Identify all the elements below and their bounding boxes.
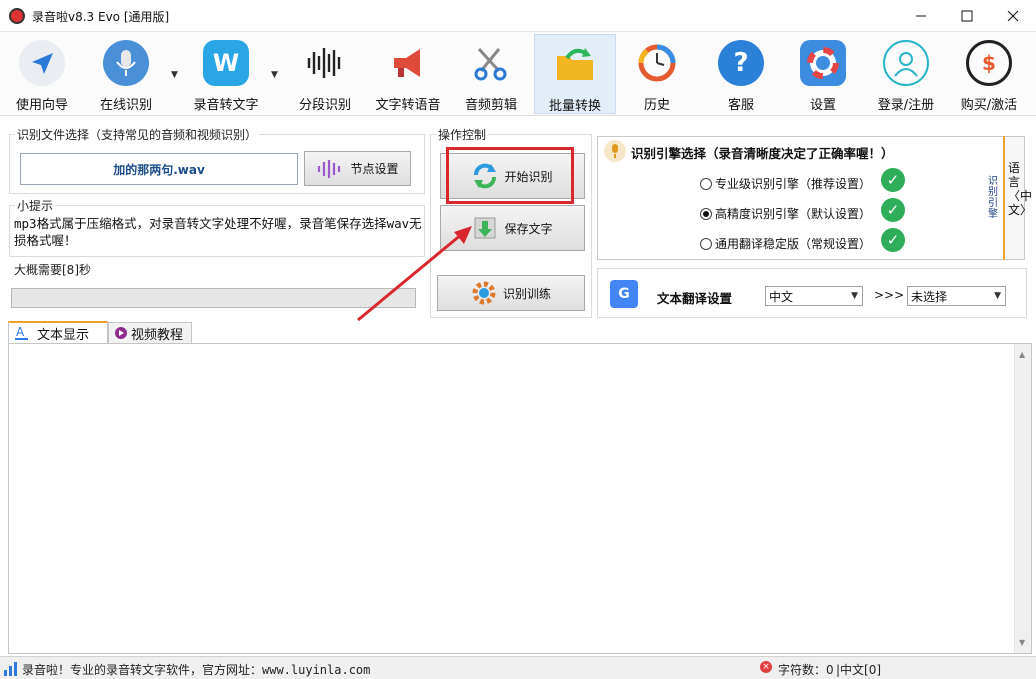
hint-title: 小提示 [15, 197, 56, 214]
minimize-button[interactable] [898, 0, 944, 32]
translate-source-select[interactable]: 中文 ▼ [765, 286, 863, 306]
signal-bars-icon [4, 662, 17, 676]
engine-tab-label[interactable]: 识别引擎 [988, 176, 1000, 220]
online-recognition-dropdown-icon[interactable]: ▼ [171, 70, 178, 80]
recognition-training-label: 识别训练 [502, 286, 551, 301]
lifebuoy-settings-icon [800, 40, 846, 86]
megaphone-icon [385, 40, 431, 86]
toolbar-history[interactable]: 历史 [624, 34, 690, 114]
toolbar-audio-to-text[interactable]: W 录音转文字 [186, 34, 266, 114]
radio-general[interactable] [700, 237, 712, 250]
maximize-button[interactable] [944, 0, 990, 32]
scissors-icon [468, 40, 514, 86]
status-message: 录音啦！专业的录音转文字软件，官方网址：www.luyinla.com [22, 663, 371, 677]
google-translate-icon: G [610, 280, 638, 308]
tab-text-display-label: 文本显示 [37, 327, 90, 343]
translate-target-select[interactable]: 未选择 ▼ [907, 286, 1006, 306]
lang-count: |中文[0] [836, 663, 882, 677]
estimate-label: 大概需要[8]秒 [12, 261, 93, 278]
main-toolbar: 使用向导 在线识别 ▼ W 录音转文字 ▼ 分段识别 文字转语音 音频剪辑 批量… [0, 32, 1036, 116]
toolbar-text-to-speech[interactable]: 文字转语音 [370, 34, 446, 114]
text-display-area[interactable]: ▲ ▼ [8, 343, 1032, 654]
error-icon: × [760, 661, 772, 673]
engine-option-general[interactable]: 通用翻译稳定版（常规设置） [700, 235, 871, 252]
mic-small-icon [604, 140, 626, 162]
check-icon: ✓ [881, 228, 905, 252]
audio-to-text-dropdown-icon[interactable]: ▼ [271, 70, 278, 80]
toolbar-purchase[interactable]: $ 购买/激活 [952, 34, 1026, 114]
toolbar-online-recognition[interactable]: 在线识别 [88, 34, 164, 114]
w-logo-icon: W [203, 40, 249, 86]
microphone-icon [103, 40, 149, 86]
engine-select-title: 识别引擎选择（录音清晰度决定了正确率喔！） [631, 146, 894, 161]
waveform-purple-icon [318, 159, 341, 178]
translate-source-value: 中文 [769, 289, 794, 304]
window-title: 录音啦v8.3 Evo [通用版] [32, 10, 170, 24]
engine-option-professional[interactable]: 专业级识别引擎（推荐设置） [700, 175, 871, 192]
close-button[interactable] [990, 0, 1036, 32]
save-text-label: 保存文字 [504, 221, 553, 236]
toolbar-guide[interactable]: 使用向导 [4, 34, 80, 114]
file-select-title: 识别文件选择（支持常见的音频和视频识别） [15, 126, 260, 143]
folder-convert-icon [552, 41, 598, 87]
translate-settings-label: 文本翻译设置 [657, 291, 733, 306]
history-clock-icon [634, 40, 680, 86]
waveform-icon [302, 40, 348, 86]
engine-option-high-precision[interactable]: 高精度识别引擎（默认设置） [700, 205, 871, 222]
toolbar-settings[interactable]: 设置 [790, 34, 856, 114]
radio-high-precision[interactable] [700, 207, 712, 220]
tab-text-display[interactable]: A 文本显示 [8, 321, 108, 343]
chevron-down-icon: ▼ [994, 291, 1001, 301]
operation-title: 操作控制 [436, 126, 489, 143]
translate-target-value: 未选择 [911, 289, 948, 304]
user-icon [883, 40, 929, 86]
tab-video-tutorial[interactable]: 视频教程 [108, 322, 192, 343]
engine-side-tab[interactable]: 语言〈中文〉 [1005, 136, 1033, 260]
check-icon: ✓ [881, 198, 905, 222]
segment-settings-button[interactable]: 节点设置 [304, 151, 411, 186]
engine-option-label: 高精度识别引擎（默认设置） [715, 207, 872, 221]
chevron-down-icon: ▼ [851, 291, 858, 301]
dollar-coin-icon: $ [966, 40, 1012, 86]
toolbar-customer-service[interactable]: ? 客服 [708, 34, 774, 114]
toolbar-login[interactable]: 登录/注册 [870, 34, 942, 114]
tab-video-tutorial-label: 视频教程 [131, 327, 184, 343]
annotation-arrow [357, 226, 472, 322]
translate-arrow: >>> [874, 288, 905, 302]
app-logo-icon [9, 8, 25, 24]
minimize-icon [916, 15, 926, 17]
status-bar: 录音啦！专业的录音转文字软件，官方网址：www.luyinla.com × 字符… [0, 656, 1036, 679]
selected-file-field[interactable]: 加的那两句.wav [20, 153, 298, 185]
title-bar: 录音啦v8.3 Evo [通用版] [0, 0, 1036, 32]
vertical-scrollbar[interactable]: ▲ ▼ [1014, 344, 1031, 653]
navigation-arrow-icon [19, 40, 65, 86]
maximize-icon [961, 10, 973, 22]
play-icon [115, 327, 127, 339]
text-a-icon: A [15, 325, 28, 340]
highlight-box [446, 147, 574, 204]
scroll-down-icon[interactable]: ▼ [1019, 638, 1025, 647]
help-question-icon: ? [718, 40, 764, 86]
toolbar-audio-edit[interactable]: 音频剪辑 [458, 34, 524, 114]
char-count: 字符数：0 [778, 663, 834, 677]
scroll-up-icon[interactable]: ▲ [1019, 350, 1025, 359]
close-icon [1007, 10, 1019, 22]
engine-option-label: 专业级识别引擎（推荐设置） [715, 177, 872, 191]
engine-option-label: 通用翻译稳定版（常规设置） [715, 237, 872, 251]
check-icon: ✓ [881, 168, 905, 192]
language-tab-label: 语言〈中文〉 [1008, 161, 1033, 217]
segment-settings-label: 节点设置 [350, 162, 399, 176]
toolbar-batch-convert[interactable]: 批量转换 [534, 34, 616, 114]
svg-text:A: A [16, 325, 25, 339]
toolbar-segment-recognition[interactable]: 分段识别 [290, 34, 360, 114]
radio-professional[interactable] [700, 177, 712, 190]
